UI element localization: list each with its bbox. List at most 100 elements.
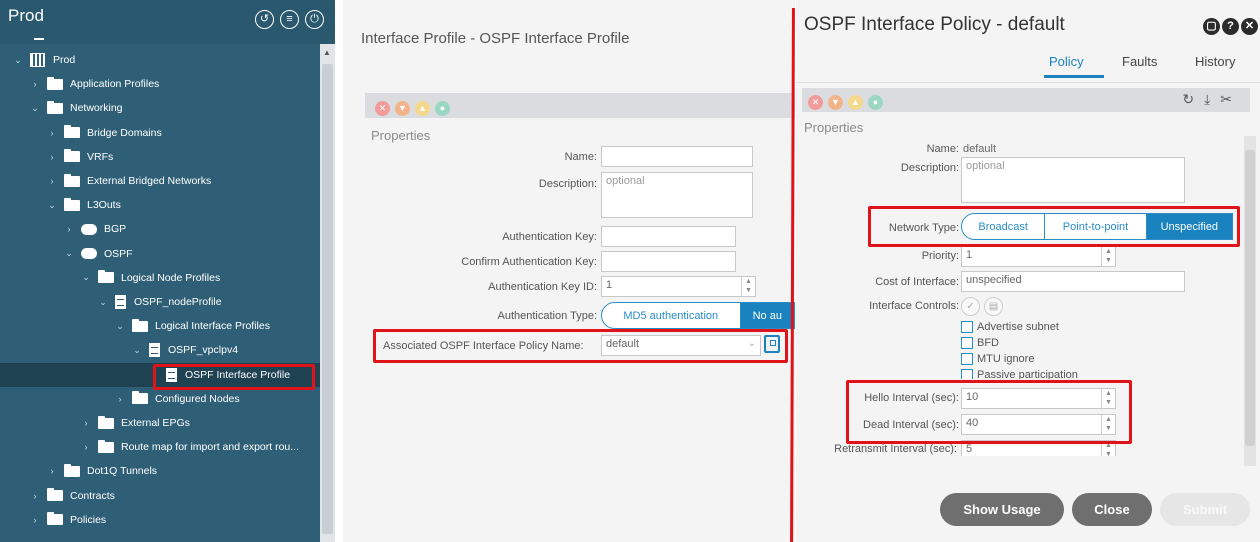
tools-icon[interactable]: ✂: [1220, 91, 1242, 107]
auth-type-md5-option[interactable]: MD5 authentication: [602, 303, 741, 328]
chevron-right-icon[interactable]: ›: [82, 442, 90, 452]
chevron-down-icon[interactable]: ⌄: [82, 272, 90, 283]
description-input[interactable]: optional: [601, 172, 753, 218]
download-icon[interactable]: ⤓: [1204, 91, 1220, 107]
minor-fault-icon[interactable]: ▲: [848, 95, 863, 110]
clear-all-icon[interactable]: ▤: [984, 297, 1003, 316]
chevron-down-icon[interactable]: ⌄: [14, 55, 22, 66]
show-usage-button[interactable]: Show Usage: [940, 493, 1064, 526]
tree-item[interactable]: ⌄ L3Outs: [0, 193, 320, 217]
bfd-checkbox[interactable]: BFD: [961, 337, 999, 349]
chevron-right-icon[interactable]: ›: [82, 418, 90, 428]
critical-fault-icon[interactable]: ✕: [375, 101, 390, 116]
tree-item[interactable]: › External Bridged Networks: [0, 169, 320, 193]
list-icon[interactable]: ≡: [280, 10, 299, 29]
close-button[interactable]: Close: [1072, 493, 1152, 526]
tree-item[interactable]: ⌄ Prod: [0, 48, 320, 72]
warning-fault-icon[interactable]: ●: [435, 101, 450, 116]
sidebar-scrollbar-thumb[interactable]: [322, 64, 333, 534]
document-icon: [149, 343, 160, 358]
auth-key-input[interactable]: [601, 226, 736, 247]
folder-icon: [47, 76, 63, 90]
folder-icon: [64, 125, 80, 139]
warning-fault-icon[interactable]: ●: [868, 95, 883, 110]
policy-name-highlight: [373, 329, 788, 363]
chevron-right-icon[interactable]: ›: [31, 79, 39, 89]
help-icon[interactable]: ?: [1222, 18, 1239, 35]
tree-item[interactable]: › Application Profiles: [0, 72, 320, 96]
chevron-down-icon[interactable]: ⌄: [48, 200, 56, 211]
tree-item[interactable]: ⌄ Networking: [0, 96, 320, 120]
description-input[interactable]: optional: [961, 157, 1185, 203]
auth-key-id-label: Authentication Key ID:: [488, 281, 597, 293]
priority-stepper[interactable]: ▲ ▼: [1101, 247, 1115, 266]
chevron-down-icon[interactable]: ⌄: [99, 297, 107, 308]
auth-key-id-input[interactable]: 1 ▲ ▼: [601, 276, 756, 297]
advertise-subnet-checkbox[interactable]: Advertise subnet: [961, 321, 1059, 333]
tab-divider: [796, 82, 1260, 83]
bookmark-icon[interactable]: ▢: [1203, 18, 1220, 35]
chevron-right-icon[interactable]: ›: [31, 491, 39, 501]
chevron-right-icon[interactable]: ›: [48, 176, 56, 186]
tree-item[interactable]: ⌄ OSPF_vpclpv4: [0, 338, 320, 362]
sidebar-collapse-handle[interactable]: [34, 38, 44, 40]
tree-item[interactable]: › Configured Nodes: [0, 387, 320, 411]
folder-icon: [64, 149, 80, 163]
chevron-down-icon[interactable]: ⌄: [133, 345, 141, 356]
tree-item[interactable]: › Bridge Domains: [0, 121, 320, 145]
tree-item[interactable]: › Dot1Q Tunnels: [0, 459, 320, 483]
priority-label: Priority:: [921, 250, 959, 262]
tree-item[interactable]: › VRFs: [0, 145, 320, 169]
chevron-down-icon[interactable]: ⌄: [31, 103, 39, 114]
tree-item[interactable]: › Contracts: [0, 484, 320, 508]
dialog-scrollbar-thumb[interactable]: [1245, 150, 1255, 446]
close-icon[interactable]: ✕: [1241, 18, 1258, 35]
tree-item[interactable]: ⌄ OSPF_nodeProfile: [0, 290, 320, 314]
tree-item[interactable]: ⌄ Logical Interface Profiles: [0, 314, 320, 338]
submit-button[interactable]: Submit: [1160, 493, 1250, 526]
major-fault-icon[interactable]: ▼: [395, 101, 410, 116]
tree-item[interactable]: › External EPGs: [0, 411, 320, 435]
auth-type-none-option[interactable]: No au: [740, 303, 794, 328]
dialog-toolbar: ✕ ▼ ▲ ● ↻⤓✂: [802, 88, 1250, 112]
major-fault-icon[interactable]: ▼: [828, 95, 843, 110]
critical-fault-icon[interactable]: ✕: [808, 95, 823, 110]
chevron-down-icon[interactable]: ⌄: [65, 248, 73, 259]
tree-item-label: Application Profiles: [70, 78, 160, 91]
confirm-auth-key-input[interactable]: [601, 251, 736, 272]
passive-participation-checkbox[interactable]: Passive participation: [961, 369, 1078, 379]
refresh-icon[interactable]: ↻: [1182, 91, 1204, 107]
chevron-right-icon[interactable]: ›: [116, 394, 124, 404]
priority-input[interactable]: 1 ▲ ▼: [961, 246, 1116, 267]
sidebar-scrollbar[interactable]: ▲: [320, 44, 335, 542]
chevron-right-icon[interactable]: ›: [48, 466, 56, 476]
chevron-right-icon[interactable]: ›: [48, 152, 56, 162]
minor-fault-icon[interactable]: ▲: [415, 101, 430, 116]
dialog-scrollbar[interactable]: [1244, 136, 1256, 466]
tree-item[interactable]: › Policies: [0, 508, 320, 532]
tree-item[interactable]: ⌄ Logical Node Profiles: [0, 266, 320, 290]
tree-item[interactable]: ⌄ OSPF: [0, 242, 320, 266]
panel-header: Interface Profile - OSPF Interface Profi…: [343, 8, 795, 88]
folder-icon: [132, 391, 148, 405]
mtu-ignore-checkbox[interactable]: MTU ignore: [961, 353, 1034, 365]
tree-item[interactable]: › Route map for import and export rou...: [0, 435, 320, 459]
cost-input[interactable]: unspecified: [961, 271, 1185, 292]
auth-key-id-value: 1: [606, 279, 613, 291]
chevron-right-icon[interactable]: ›: [48, 128, 56, 138]
chevron-right-icon[interactable]: ›: [31, 515, 39, 525]
check-all-icon[interactable]: ✓: [961, 297, 980, 316]
power-icon[interactable]: ⏻: [305, 10, 324, 29]
interface-controls-label: Interface Controls:: [869, 300, 959, 312]
name-input[interactable]: [601, 146, 753, 167]
scroll-up-icon[interactable]: ▲: [323, 48, 331, 57]
ospf-policy-dialog: OSPF Interface Policy - default ▢? ✕ Poli…: [796, 0, 1260, 542]
tab-policy[interactable]: Policy: [1049, 54, 1084, 69]
tree-item[interactable]: › BGP: [0, 217, 320, 241]
auth-key-id-stepper[interactable]: ▲ ▼: [741, 277, 755, 296]
chevron-down-icon[interactable]: ⌄: [116, 321, 124, 332]
clock-icon[interactable]: ↺: [255, 10, 274, 29]
chevron-right-icon[interactable]: ›: [65, 224, 73, 234]
tab-faults[interactable]: Faults: [1122, 54, 1157, 69]
tab-history[interactable]: History: [1195, 54, 1235, 69]
